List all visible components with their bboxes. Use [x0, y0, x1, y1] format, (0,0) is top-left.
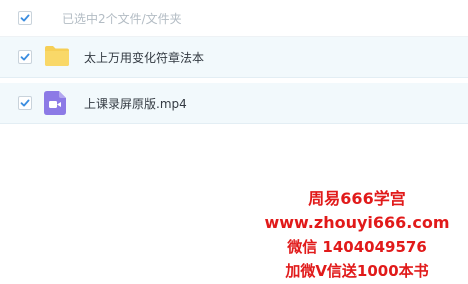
- file-row-video[interactable]: 上课录屏原版.mp4: [0, 83, 468, 124]
- promo-line-4: 加微V信送1000本书: [285, 262, 429, 280]
- row-checkbox[interactable]: [18, 96, 32, 110]
- video-icon: [44, 91, 66, 119]
- check-icon: [20, 53, 30, 61]
- file-name[interactable]: 上课录屏原版.mp4: [84, 95, 187, 112]
- file-name[interactable]: 太上万用变化符章法本: [84, 49, 204, 66]
- check-icon: [20, 99, 30, 107]
- file-row-folder[interactable]: 太上万用变化符章法本: [0, 37, 468, 78]
- promo-line-3: 微信 1404049576: [287, 238, 427, 256]
- row-checkbox[interactable]: [18, 50, 32, 64]
- selection-count-text: 已选中2个文件/文件夹: [62, 12, 182, 26]
- promo-line-2: www.zhouyi666.com: [264, 213, 450, 232]
- selection-header: 已选中2个文件/文件夹: [0, 0, 468, 36]
- folder-icon: [44, 45, 70, 71]
- promo-line-1: 周易666学宫: [308, 189, 406, 208]
- select-all-checkbox[interactable]: [18, 11, 32, 25]
- promo-watermark: 周易666学宫 www.zhouyi666.com 微信 1404049576 …: [254, 187, 460, 283]
- check-icon: [20, 14, 30, 22]
